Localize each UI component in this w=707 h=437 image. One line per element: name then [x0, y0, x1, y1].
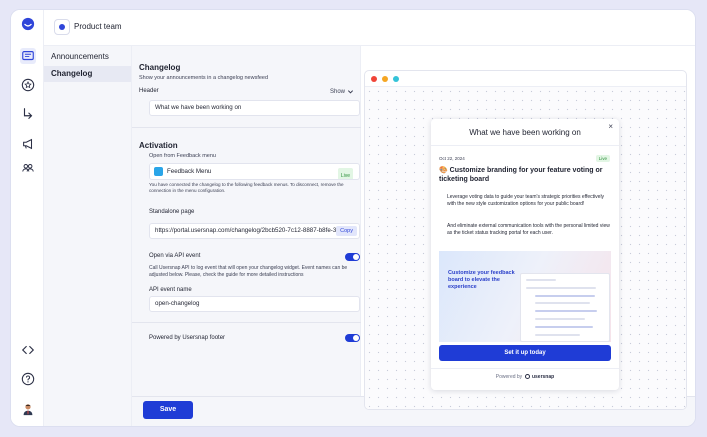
minimize-dot [382, 76, 388, 82]
brand-name: usersnap [531, 374, 555, 380]
open-from-label: Open from Feedback menu [149, 153, 216, 159]
mini-line [535, 302, 590, 304]
activation-title: Activation [139, 141, 178, 150]
header-label: Header [139, 88, 159, 94]
header-input[interactable]: What we have been working on [149, 100, 360, 116]
mini-line [535, 295, 595, 297]
api-event-input[interactable]: open-changelog [149, 296, 360, 312]
post-paragraph: Leverage voting data to guide your team'… [447, 194, 605, 208]
nav-item-announcements[interactable]: Announcements [44, 49, 131, 65]
standalone-url: https://portal.usersnap.com/changelog/2b… [155, 227, 337, 234]
preview-browser: What we have been working on × Oct 22, 2… [364, 70, 687, 410]
changelog-title: Changelog [139, 63, 181, 72]
powered-by-footer: Powered by usersnap [431, 374, 619, 380]
copy-button[interactable]: Copy [336, 226, 357, 236]
powered-footer-toggle[interactable] [345, 334, 360, 342]
left-rail [11, 10, 44, 426]
standalone-label: Standalone page [149, 209, 195, 215]
feedback-icon[interactable] [20, 48, 36, 64]
show-label: Show [330, 88, 346, 95]
powered-by-label: Powered by [495, 374, 523, 380]
divider [431, 145, 619, 146]
avatar-icon[interactable] [20, 401, 36, 417]
mini-line [526, 279, 556, 281]
team-name[interactable]: Product team [74, 22, 122, 31]
users-icon[interactable] [20, 160, 36, 176]
divider [132, 322, 361, 323]
post-date: Oct 22, 2024 [439, 156, 465, 161]
star-icon[interactable] [20, 77, 36, 93]
changelog-widget: What we have been working on × Oct 22, 2… [431, 119, 619, 390]
post-paragraph: And eliminate external communication too… [447, 223, 610, 237]
sub-navigation: Announcements Changelog [44, 46, 132, 426]
widget-title: What we have been working on [469, 128, 581, 137]
api-event-label: API event name [149, 287, 192, 293]
mini-line [535, 310, 597, 312]
mini-line [535, 318, 585, 320]
chevron-down-icon [347, 90, 354, 94]
browser-bar [365, 71, 686, 87]
settings-form: Changelog Show your announcements in a c… [132, 46, 361, 396]
divider [132, 127, 361, 128]
code-icon[interactable] [20, 342, 36, 358]
usersnap-logo-icon [524, 374, 530, 379]
logo-icon[interactable] [20, 16, 36, 32]
menu-note: You have connected the changelog to the … [149, 182, 344, 194]
feedback-menu-name: Feedback Menu [167, 168, 212, 175]
cta-button[interactable]: Set it up today [439, 345, 611, 361]
powered-footer-label: Powered by Usersnap footer [149, 335, 226, 341]
close-dot [371, 76, 377, 82]
megaphone-icon[interactable] [20, 136, 36, 152]
mini-line [526, 287, 596, 289]
divider [431, 368, 619, 369]
changelog-subtitle: Show your announcements in a changelog n… [139, 75, 269, 81]
standalone-url-field[interactable]: https://portal.usersnap.com/changelog/2b… [149, 223, 360, 239]
live-badge: Live [337, 168, 353, 179]
preview-canvas: What we have been working on × Oct 22, 2… [365, 87, 686, 409]
mini-line [535, 326, 593, 328]
api-toggle[interactable] [345, 253, 360, 261]
flow-icon[interactable] [20, 106, 36, 122]
save-button[interactable]: Save [143, 401, 193, 419]
mini-line [535, 334, 580, 336]
api-label: Open via API event [149, 253, 201, 259]
feedback-menu-row[interactable]: Feedback Menu Live [149, 163, 360, 180]
show-toggle[interactable]: Show [330, 88, 354, 95]
help-icon[interactable] [20, 371, 36, 387]
maximize-dot [393, 76, 399, 82]
top-bar: Product team [44, 10, 695, 46]
team-icon [59, 24, 65, 30]
api-note: Call Usersnap API to log event that will… [149, 265, 348, 278]
nav-item-changelog[interactable]: Changelog [44, 66, 131, 82]
promo-text: Customize your feedback board to elevate… [448, 270, 515, 291]
team-switcher[interactable] [54, 19, 70, 35]
menu-icon [154, 167, 163, 176]
close-icon[interactable]: × [608, 122, 613, 131]
post-status-badge: Live [595, 155, 610, 162]
app-window: Product team Announcements Changelog Cha… [10, 9, 696, 427]
post-title: 🎨 Customize branding for your feature vo… [439, 167, 603, 184]
mini-screenshot [520, 273, 610, 342]
promo-image: Customize your feedback board to elevate… [439, 251, 611, 342]
